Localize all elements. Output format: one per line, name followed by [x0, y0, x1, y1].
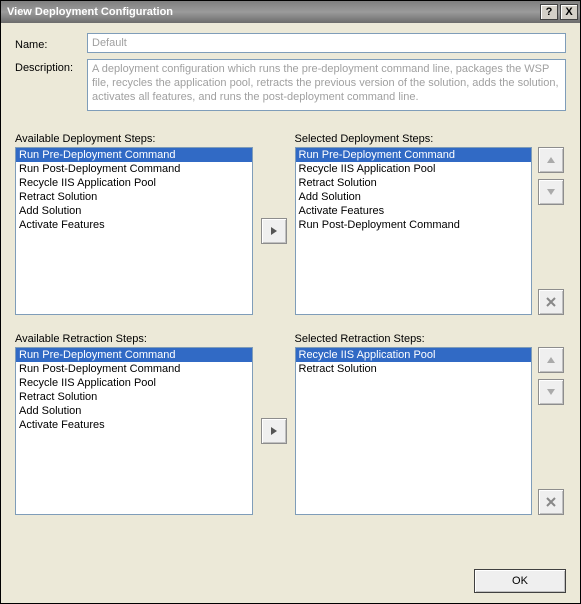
description-label: Description:: [15, 59, 87, 74]
dialog-window: View Deployment Configuration ? X Name: …: [0, 0, 581, 604]
selected-deployment-label: Selected Deployment Steps:: [295, 133, 533, 145]
list-item[interactable]: Recycle IIS Application Pool: [16, 176, 252, 190]
list-item[interactable]: Run Post-Deployment Command: [296, 218, 532, 232]
name-row: Name:: [15, 33, 566, 53]
arrow-down-icon: [546, 187, 556, 197]
close-icon: X: [565, 6, 572, 18]
delete-icon: [545, 496, 557, 508]
remove-deployment-step-button[interactable]: [538, 289, 564, 315]
list-item[interactable]: Add Solution: [296, 190, 532, 204]
list-item[interactable]: Recycle IIS Application Pool: [296, 162, 532, 176]
list-item[interactable]: Run Pre-Deployment Command: [16, 148, 252, 162]
help-icon: ?: [546, 6, 553, 18]
arrow-up-icon: [546, 155, 556, 165]
deployment-section: Available Deployment Steps: Selected Dep…: [15, 133, 566, 315]
add-retraction-step-button[interactable]: [261, 418, 287, 444]
close-button[interactable]: X: [560, 4, 578, 20]
list-item[interactable]: Retract Solution: [296, 362, 532, 376]
retraction-section: Available Retraction Steps: Selected Ret…: [15, 333, 566, 515]
ok-button[interactable]: OK: [474, 569, 566, 593]
available-deployment-label: Available Deployment Steps:: [15, 133, 253, 145]
titlebar: View Deployment Configuration ? X: [1, 1, 580, 23]
available-deployment-list[interactable]: Run Pre-Deployment CommandRun Post-Deplo…: [15, 147, 253, 315]
list-item[interactable]: Run Post-Deployment Command: [16, 362, 252, 376]
dialog-body: Name: Description: A deployment configur…: [1, 23, 580, 561]
description-row: Description: A deployment configuration …: [15, 59, 566, 111]
list-item[interactable]: Recycle IIS Application Pool: [296, 348, 532, 362]
selected-retraction-list[interactable]: Recycle IIS Application PoolRetract Solu…: [295, 347, 533, 515]
move-deployment-down-button[interactable]: [538, 179, 564, 205]
available-retraction-list[interactable]: Run Pre-Deployment CommandRun Post-Deplo…: [15, 347, 253, 515]
name-field: [87, 33, 566, 53]
list-item[interactable]: Activate Features: [16, 218, 252, 232]
selected-deployment-list[interactable]: Run Pre-Deployment CommandRecycle IIS Ap…: [295, 147, 533, 315]
list-item[interactable]: Activate Features: [296, 204, 532, 218]
list-item[interactable]: Add Solution: [16, 204, 252, 218]
arrow-down-icon: [546, 387, 556, 397]
list-item[interactable]: Recycle IIS Application Pool: [16, 376, 252, 390]
move-retraction-up-button[interactable]: [538, 347, 564, 373]
list-item[interactable]: Retract Solution: [16, 190, 252, 204]
arrow-right-icon: [269, 426, 279, 436]
name-label: Name:: [15, 36, 87, 51]
list-item[interactable]: Run Pre-Deployment Command: [16, 348, 252, 362]
list-item[interactable]: Activate Features: [16, 418, 252, 432]
remove-retraction-step-button[interactable]: [538, 489, 564, 515]
window-title: View Deployment Configuration: [7, 6, 540, 18]
move-retraction-down-button[interactable]: [538, 379, 564, 405]
arrow-up-icon: [546, 355, 556, 365]
list-item[interactable]: Retract Solution: [296, 176, 532, 190]
selected-retraction-label: Selected Retraction Steps:: [295, 333, 533, 345]
list-item[interactable]: Retract Solution: [16, 390, 252, 404]
move-deployment-up-button[interactable]: [538, 147, 564, 173]
arrow-right-icon: [269, 226, 279, 236]
delete-icon: [545, 296, 557, 308]
list-item[interactable]: Add Solution: [16, 404, 252, 418]
add-deployment-step-button[interactable]: [261, 218, 287, 244]
available-retraction-label: Available Retraction Steps:: [15, 333, 253, 345]
description-field: A deployment configuration which runs th…: [87, 59, 566, 111]
list-item[interactable]: Run Post-Deployment Command: [16, 162, 252, 176]
list-item[interactable]: Run Pre-Deployment Command: [296, 148, 532, 162]
dialog-footer: OK: [1, 561, 580, 603]
help-button[interactable]: ?: [540, 4, 558, 20]
